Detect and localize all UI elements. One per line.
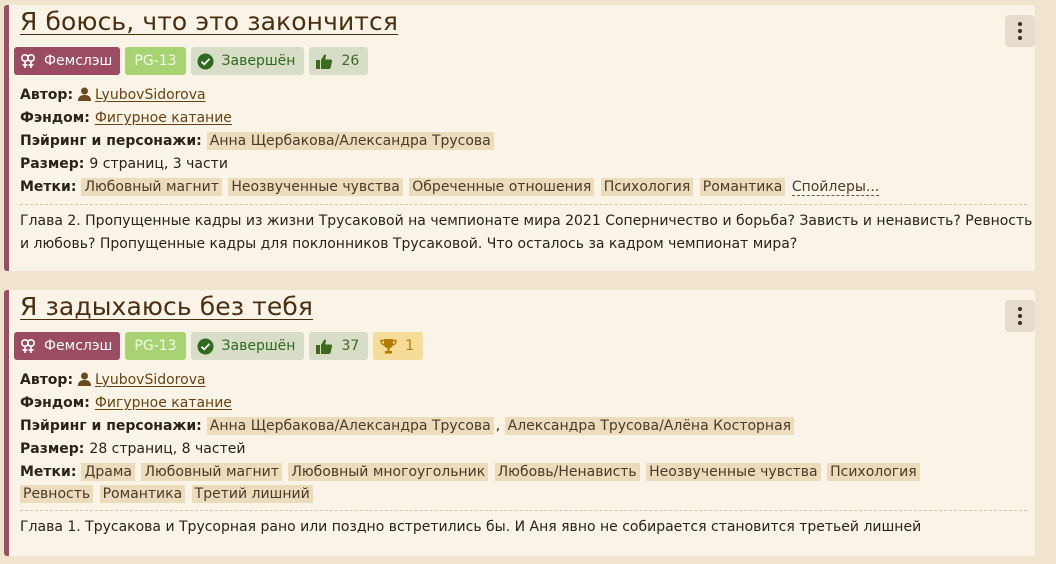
tag-chip[interactable]: Ревность [20,485,94,503]
divider [20,510,1027,511]
user-icon [78,87,92,101]
size-label: Размер: [20,156,85,172]
status-label: Завершён [221,338,296,354]
direction-label: Фемслэш [44,338,113,354]
author-row: Автор: LyubovSidorova [20,84,879,107]
tags-label: Метки: [20,464,77,480]
user-icon [78,372,92,386]
pairing-row: Пэйринг и персонажи: Анна Щербакова/Алекс… [20,130,879,153]
dots-icon [1018,307,1022,311]
thumbs-up-icon [316,53,333,69]
fic-card: Я задыхаюсь без тебя Фемслэш PG-13 Завер… [4,290,1035,556]
fandom-label: Фэндом: [20,395,90,411]
status-label: Завершён [221,53,296,69]
author-label: Автор: [20,87,74,103]
direction-badge[interactable]: Фемслэш [14,47,121,75]
direction-badge[interactable]: Фемслэш [14,332,121,360]
more-menu-button[interactable] [1005,15,1035,47]
author-row: Автор: LyubovSidorova [20,369,1000,392]
fic-card: Я боюсь, что это закончится Фемслэш PG-1… [4,5,1035,271]
size-row: Размер: 28 страниц, 8 частей [20,438,1000,461]
tag-chip[interactable]: Обреченные отношения [409,178,595,196]
fandom-row: Фэндом: Фигурное катание [20,392,1000,415]
pairing-separator: , [495,418,501,434]
fandom-row: Фэндом: Фигурное катание [20,107,879,130]
pairing-label: Пэйринг и персонажи: [20,133,202,149]
rating-badge[interactable]: PG-13 [125,332,186,360]
status-badge[interactable]: Завершён [190,47,305,75]
tag-chip[interactable]: Романтика [699,178,786,196]
tags-label: Метки: [20,179,77,195]
size-label: Размер: [20,441,85,457]
rating-badge[interactable]: PG-13 [125,47,186,75]
tags-row: Метки: Любовный магнит Неозвученные чувст… [20,176,880,199]
badge-row: Фемслэш PG-13 Завершён 26 [14,47,369,75]
tag-chip[interactable]: Любовь/Ненависть [494,463,640,481]
author-link[interactable]: LyubovSidorova [95,87,206,103]
fandom-label: Фэндом: [20,110,90,126]
status-badge[interactable]: Завершён [190,332,305,360]
tag-chip[interactable]: Любовный магнит [141,463,282,481]
tag-chip[interactable]: Третий лишний [191,485,313,503]
direction-label: Фемслэш [44,53,113,69]
divider [20,204,1027,205]
fic-description: Глава 2. Пропущенные кадры из жизни Трус… [20,213,1033,252]
likes-count: 26 [341,53,360,69]
author-label: Автор: [20,372,74,388]
tag-chip[interactable]: Любовный магнит [81,178,222,196]
pairing-chip[interactable]: Анна Щербакова/Александра Трусова [206,417,494,435]
size-value: 28 страниц, 8 частей [89,441,246,457]
pairing-label: Пэйринг и персонажи: [20,418,202,434]
trophy-icon [380,339,397,354]
rating-label: PG-13 [134,53,177,69]
fic-description: Глава 1. Трусакова и Трусорная рано или … [20,519,922,535]
fic-title-link[interactable]: Я боюсь, что это закончится [20,7,398,36]
tag-chip[interactable]: Неозвученные чувства [228,178,403,196]
tags-row: Метки: Драма Любовный магнит Любовный мно… [20,461,1000,503]
size-row: Размер: 9 страниц, 3 части [20,153,879,176]
fic-info: Автор: LyubovSidorova Фэндом: Фигурное кат… [20,369,1000,503]
tag-chip[interactable]: Любовный многоугольник [288,463,489,481]
fandom-link[interactable]: Фигурное катание [95,110,232,126]
fandom-link[interactable]: Фигурное катание [95,395,232,411]
fic-info: Автор: LyubovSidorova Фэндом: Фигурное кат… [20,84,880,199]
more-menu-button[interactable] [1005,300,1035,332]
pairing-chip[interactable]: Александра Трусова/Алёна Косторная [504,417,795,435]
fic-title-link[interactable]: Я задыхаюсь без тебя [20,292,313,321]
likes-badge[interactable]: 26 [309,47,369,75]
femslash-icon [20,53,36,68]
tag-chip[interactable]: Неозвученные чувства [646,463,821,481]
pairing-chip[interactable]: Анна Щербакова/Александра Трусова [206,132,494,150]
likes-count: 37 [341,338,360,354]
femslash-icon [20,338,36,353]
tag-chip[interactable]: Психология [600,178,694,196]
dots-icon [1018,22,1022,26]
check-circle-icon [197,338,214,354]
size-value: 9 страниц, 3 части [89,156,228,172]
badge-row: Фемслэш PG-13 Завершён 37 1 [14,332,424,360]
tag-chip[interactable]: Романтика [99,485,186,503]
tag-chip[interactable]: Драма [81,463,135,481]
tag-chip[interactable]: Психология [827,463,920,481]
spoilers-toggle[interactable]: Спойлеры... [791,179,880,196]
rating-label: PG-13 [134,338,177,354]
pairing-row: Пэйринг и персонажи: Анна Щербакова/Алекс… [20,415,1000,438]
thumbs-up-icon [316,338,333,354]
awards-count: 1 [405,338,415,354]
author-link[interactable]: LyubovSidorova [95,372,206,388]
likes-badge[interactable]: 37 [309,332,369,360]
awards-badge[interactable]: 1 [373,332,424,360]
check-circle-icon [197,53,214,69]
